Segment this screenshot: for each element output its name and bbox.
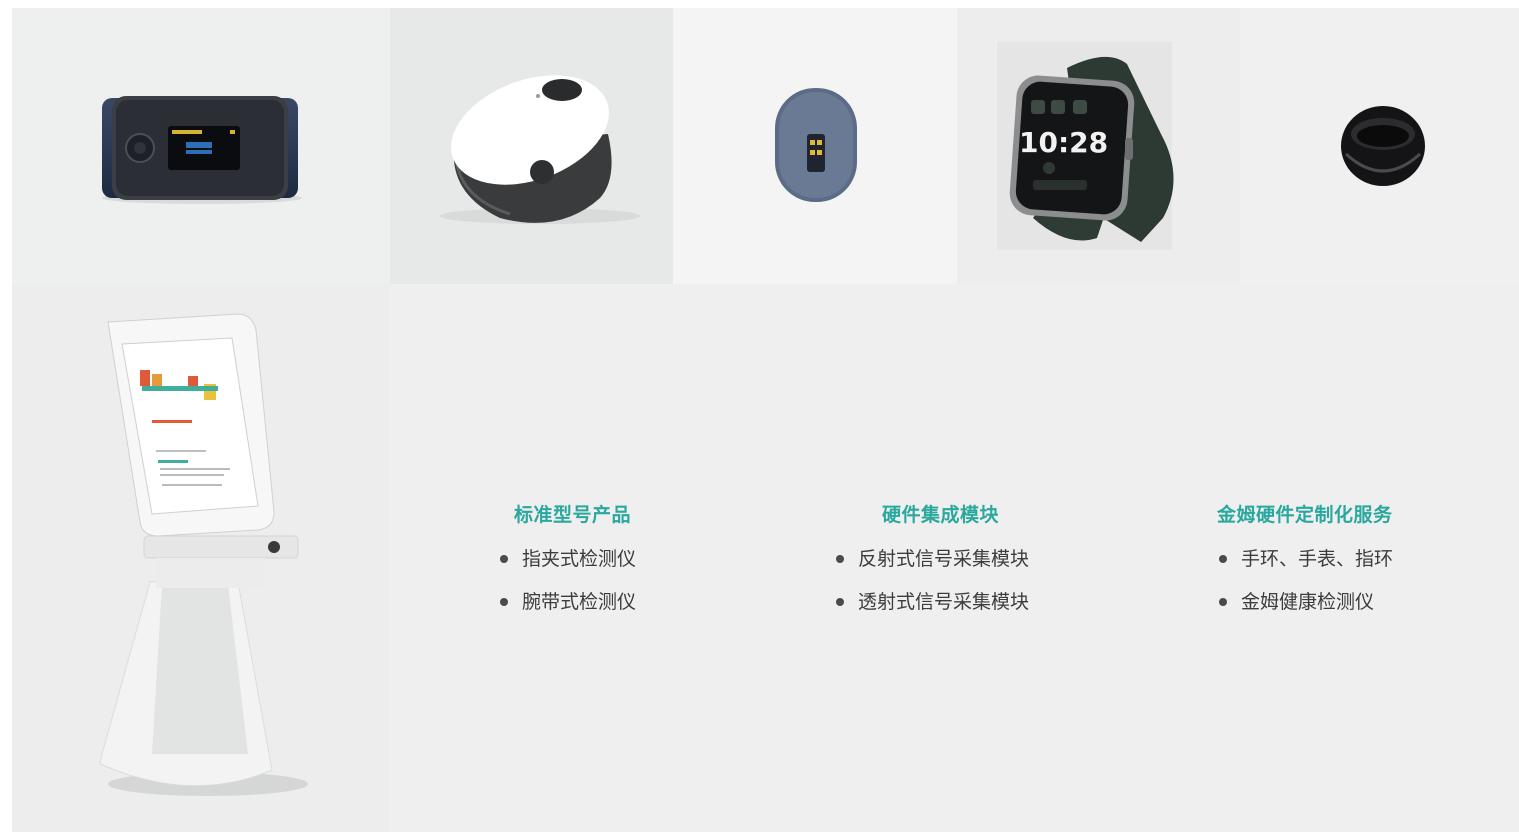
column-custom-hardware-service: 金姆硬件定制化服务 手环、手表、指环 金姆健康检测仪 — [1217, 500, 1393, 635]
item-list: 反射式信号采集模块 透射式信号采集模块 — [836, 549, 1029, 635]
item-list: 手环、手表、指环 金姆健康检测仪 — [1219, 549, 1393, 635]
column-title: 标准型号产品 — [514, 504, 632, 526]
finger-clip-device-image — [12, 8, 390, 284]
bullet-icon — [836, 555, 844, 563]
smart-watch-image: 10:28 — [957, 8, 1240, 284]
column-title: 金姆硬件定制化服务 — [1217, 504, 1393, 526]
list-item-label: 透射式信号采集模块 — [858, 591, 1030, 613]
bullet-icon — [836, 598, 844, 606]
white-pebble-device-image — [390, 8, 673, 284]
sensor-module-image — [673, 8, 957, 284]
bullet-icon — [1219, 598, 1227, 606]
watch-time-text: 10:28 — [1019, 126, 1108, 159]
list-item: 指夹式检测仪 — [500, 549, 636, 592]
list-item-label: 指夹式检测仪 — [522, 548, 637, 570]
product-categories-section: 标准型号产品 指夹式检测仪 腕带式检测仪 硬件集成模块 反射式信号采集模块 透射… — [390, 284, 1519, 832]
list-item-label: 手环、手表、指环 — [1241, 548, 1394, 570]
list-item-label: 腕带式检测仪 — [522, 591, 637, 613]
column-standard-products: 标准型号产品 指夹式检测仪 腕带式检测仪 — [500, 500, 636, 635]
list-item-label: 反射式信号采集模块 — [858, 548, 1030, 570]
list-item: 金姆健康检测仪 — [1219, 592, 1393, 635]
list-item: 透射式信号采集模块 — [836, 592, 1029, 635]
bullet-icon — [500, 598, 508, 606]
list-item-label: 金姆健康检测仪 — [1241, 591, 1375, 613]
list-item: 反射式信号采集模块 — [836, 549, 1029, 592]
list-item: 腕带式检测仪 — [500, 592, 636, 635]
smart-ring-image — [1240, 8, 1519, 284]
bullet-icon — [1219, 555, 1227, 563]
item-list: 指夹式检测仪 腕带式检测仪 — [500, 549, 636, 635]
health-kiosk-image — [12, 284, 390, 832]
column-hardware-modules: 硬件集成模块 反射式信号采集模块 透射式信号采集模块 — [836, 500, 1029, 635]
column-title: 硬件集成模块 — [882, 504, 1000, 526]
bullet-icon — [500, 555, 508, 563]
list-item: 手环、手表、指环 — [1219, 549, 1393, 592]
